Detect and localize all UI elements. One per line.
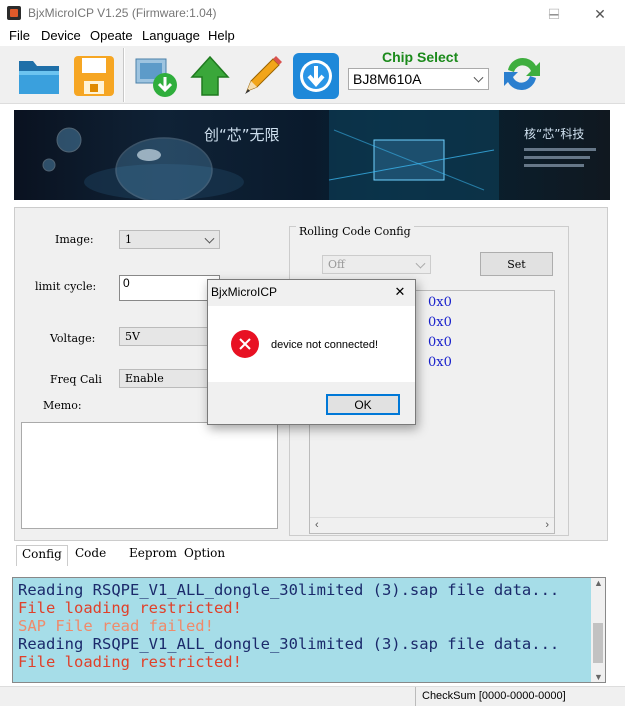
error-icon: [231, 330, 259, 358]
rolling-code-value: 0x0: [428, 315, 452, 330]
freq-cali-select-value: Enable: [125, 372, 164, 385]
limit-cycle-label: limit cycle:: [35, 280, 97, 293]
dialog-title: BjxMicroICP: [211, 285, 278, 299]
read-image-button[interactable]: [130, 50, 182, 102]
download-image-icon: [135, 58, 177, 97]
tab-bar: Config Code Eeprom Option: [14, 543, 414, 566]
menu-device[interactable]: Device: [41, 28, 81, 43]
voltage-select[interactable]: 5V: [119, 327, 220, 346]
scroll-up-icon[interactable]: ▲: [594, 578, 603, 588]
freq-cali-select[interactable]: Enable: [119, 369, 220, 388]
banner-graphic: 创“芯”无限 核“芯”科技: [42, 110, 596, 200]
dialog-message: device not connected!: [271, 339, 379, 351]
folder-icon: [19, 61, 59, 94]
voltage-label: Voltage:: [50, 332, 96, 345]
set-button[interactable]: Set: [480, 252, 553, 276]
maximize-button[interactable]: ☐: [531, 0, 577, 28]
chip-select-value: BJ8M610A: [353, 71, 422, 87]
menu-language[interactable]: Language: [142, 28, 200, 43]
log-scrollbar[interactable]: ▲ ▼: [591, 578, 605, 682]
checksum-text: CheckSum [0000-0000-0000]: [422, 690, 566, 702]
upload-arrow-icon: [190, 55, 230, 96]
rolling-code-title: Rolling Code Config: [296, 225, 414, 238]
menu-bar: File Device Opeate Language Help: [0, 26, 625, 46]
program-button[interactable]: [290, 50, 342, 102]
upload-button[interactable]: [184, 50, 236, 102]
chip-select-label: Chip Select: [382, 49, 459, 65]
refresh-button[interactable]: [496, 48, 548, 100]
image-label: Image:: [55, 233, 94, 246]
memo-textarea[interactable]: [21, 422, 278, 529]
image-select[interactable]: 1: [119, 230, 220, 249]
log-output[interactable]: Reading RSQPE_V1_ALL_dongle_30limited (3…: [12, 577, 606, 683]
window-title: BjxMicroICP V1.25 (Firmware:1.04): [28, 6, 217, 20]
rolling-code-value: 0x0: [428, 295, 452, 310]
svg-text:核“芯”科技: 核“芯”科技: [524, 127, 584, 141]
log-line: SAP File read failed!: [18, 617, 214, 635]
status-bar: CheckSum [0000-0000-0000]: [0, 686, 625, 706]
toolbar: Chip Select BJ8M610A: [0, 46, 625, 104]
close-window-button[interactable]: ✕: [577, 0, 623, 28]
rolling-code-value: 0x0: [428, 335, 452, 350]
log-line: Reading RSQPE_V1_ALL_dongle_30limited (3…: [18, 635, 560, 653]
banner-image: 创“芯”无限 核“芯”科技: [14, 110, 610, 200]
menu-help[interactable]: Help: [208, 28, 235, 43]
log-line: File loading restricted!: [18, 599, 242, 617]
log-line: File loading restricted!: [18, 653, 242, 671]
menu-file[interactable]: File: [9, 28, 30, 43]
open-file-button[interactable]: [14, 50, 66, 102]
save-button[interactable]: [68, 50, 120, 102]
scroll-left-icon[interactable]: ‹: [315, 519, 319, 531]
edit-button[interactable]: [236, 50, 288, 102]
rolling-mode-value: Off: [328, 258, 345, 271]
rolling-mode-select[interactable]: Off: [322, 255, 431, 274]
chevron-down-icon: [204, 233, 215, 244]
dialog-close-button[interactable]: ✕: [388, 281, 412, 303]
freq-cali-label: Freq Cali: [50, 373, 102, 386]
chip-select-dropdown[interactable]: BJ8M610A: [348, 68, 489, 90]
ok-button[interactable]: OK: [326, 394, 400, 415]
tab-eeprom[interactable]: Eeprom: [124, 545, 182, 564]
memo-label: Memo:: [43, 399, 82, 412]
horizontal-scrollbar[interactable]: ‹ ›: [310, 517, 554, 533]
app-icon: [7, 6, 21, 20]
status-divider: [415, 687, 416, 706]
scroll-right-icon[interactable]: ›: [545, 519, 549, 531]
svg-text:创“芯”无限: 创“芯”无限: [204, 126, 280, 144]
voltage-select-value: 5V: [125, 330, 140, 343]
log-line: Reading RSQPE_V1_ALL_dongle_30limited (3…: [18, 581, 560, 599]
tab-code[interactable]: Code: [70, 545, 111, 564]
limit-cycle-input[interactable]: 0: [119, 275, 220, 301]
menu-opeate[interactable]: Opeate: [90, 28, 133, 43]
tab-config[interactable]: Config: [16, 545, 68, 566]
scrollbar-thumb[interactable]: [593, 623, 603, 663]
edit-pencil-icon: [245, 56, 282, 94]
save-icon: [74, 56, 114, 96]
chevron-down-icon: [415, 258, 426, 269]
rolling-code-value: 0x0: [428, 355, 452, 370]
image-select-value: 1: [125, 233, 132, 246]
refresh-icon: [504, 57, 540, 91]
x-mark-icon: [239, 338, 251, 350]
toolbar-separator: [123, 48, 125, 102]
scroll-down-icon[interactable]: ▼: [594, 672, 603, 682]
tab-option[interactable]: Option: [179, 545, 230, 564]
download-circle-icon: [293, 53, 339, 99]
chevron-down-icon: [473, 72, 484, 83]
